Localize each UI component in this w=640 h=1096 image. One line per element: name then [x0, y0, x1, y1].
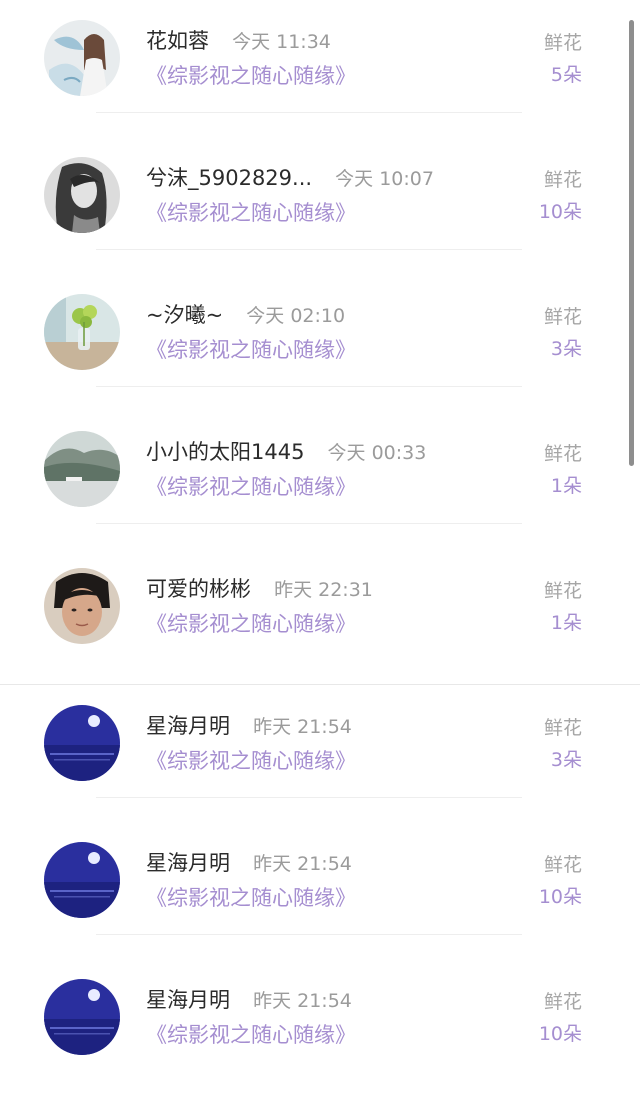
user-name[interactable]: ~汐曦~ — [146, 303, 223, 327]
user-name[interactable]: 可爱的彬彬 — [146, 577, 251, 601]
gift-count: 5朵 — [550, 64, 582, 86]
gift-count: 3朵 — [550, 338, 582, 360]
gift-count: 10朵 — [538, 886, 582, 908]
user-name[interactable]: 星海月明 — [146, 714, 230, 738]
moon-night-avatar — [44, 842, 120, 918]
bw-portrait-avatar — [44, 157, 120, 233]
moon-night-avatar — [44, 705, 120, 781]
divider — [96, 934, 522, 935]
gift-count: 1朵 — [550, 612, 582, 634]
list-item[interactable]: 星海月明 昨天 21:54 《综影视之随心随缘》 鲜花 10朵 — [0, 959, 640, 1096]
timestamp: 昨天 21:54 — [253, 716, 352, 738]
gift-count: 1朵 — [550, 475, 582, 497]
timestamp: 今天 11:34 — [232, 31, 331, 53]
book-title[interactable]: 《综影视之随心随缘》 — [146, 471, 356, 501]
avatar[interactable] — [44, 20, 120, 96]
name-line: 兮沫_5902829... 今天 10:07 — [146, 163, 434, 193]
gift-count: 10朵 — [538, 1023, 582, 1045]
avatar[interactable] — [44, 431, 120, 507]
list-item[interactable]: 兮沫_5902829... 今天 10:07 《综影视之随心随缘》 鲜花 10朵 — [0, 137, 640, 274]
list-item[interactable]: 小小的太阳1445 今天 00:33 《综影视之随心随缘》 鲜花 1朵 — [0, 411, 640, 548]
face-avatar — [44, 568, 120, 644]
avatar[interactable] — [44, 705, 120, 781]
divider — [96, 249, 522, 250]
book-title[interactable]: 《综影视之随心随缘》 — [146, 60, 356, 90]
timestamp: 昨天 21:54 — [253, 853, 352, 875]
gift-type-label: 鲜花 — [543, 32, 582, 54]
name-line: 小小的太阳1445 今天 00:33 — [146, 437, 426, 467]
list-item[interactable]: 可爱的彬彬 昨天 22:31 《综影视之随心随缘》 鲜花 1朵 — [0, 548, 640, 685]
gift-type-label: 鲜花 — [543, 991, 582, 1013]
gift-count: 10朵 — [538, 201, 582, 223]
name-line: 星海月明 昨天 21:54 — [146, 848, 352, 878]
timestamp: 今天 02:10 — [246, 305, 346, 327]
name-line: 可爱的彬彬 昨天 22:31 — [146, 574, 373, 604]
girl-illustration-avatar — [44, 20, 120, 96]
divider — [96, 386, 522, 387]
gift-type-label: 鲜花 — [543, 306, 582, 328]
gift-type-label: 鲜花 — [543, 443, 582, 465]
avatar[interactable] — [44, 842, 120, 918]
gift-count: 3朵 — [550, 749, 582, 771]
flower-vase-avatar — [44, 294, 120, 370]
avatar[interactable] — [44, 157, 120, 233]
landscape-avatar — [44, 431, 120, 507]
user-name[interactable]: 星海月明 — [146, 988, 230, 1012]
user-name[interactable]: 兮沫_5902829... — [146, 166, 312, 190]
user-name[interactable]: 小小的太阳1445 — [146, 440, 304, 464]
timestamp: 今天 00:33 — [327, 442, 427, 464]
scrollbar[interactable] — [629, 20, 634, 466]
gift-type-label: 鲜花 — [543, 169, 582, 191]
divider — [96, 112, 522, 113]
timestamp: 昨天 21:54 — [253, 990, 352, 1012]
gift-type-label: 鲜花 — [543, 717, 582, 739]
list-item[interactable]: ~汐曦~ 今天 02:10 《综影视之随心随缘》 鲜花 3朵 — [0, 274, 640, 411]
divider — [96, 797, 522, 798]
name-line: ~汐曦~ 今天 02:10 — [146, 300, 345, 330]
book-title[interactable]: 《综影视之随心随缘》 — [146, 745, 356, 775]
book-title[interactable]: 《综影视之随心随缘》 — [146, 197, 356, 227]
name-line: 花如蓉 今天 11:34 — [146, 26, 331, 56]
avatar[interactable] — [44, 568, 120, 644]
book-title[interactable]: 《综影视之随心随缘》 — [146, 882, 356, 912]
book-title[interactable]: 《综影视之随心随缘》 — [146, 608, 356, 638]
list-item[interactable]: 花如蓉 今天 11:34 《综影视之随心随缘》 鲜花 5朵 — [0, 0, 640, 137]
avatar[interactable] — [44, 294, 120, 370]
name-line: 星海月明 昨天 21:54 — [146, 985, 352, 1015]
list-item[interactable]: 星海月明 昨天 21:54 《综影视之随心随缘》 鲜花 10朵 — [0, 822, 640, 959]
list-item[interactable]: 星海月明 昨天 21:54 《综影视之随心随缘》 鲜花 3朵 — [0, 685, 640, 822]
book-title[interactable]: 《综影视之随心随缘》 — [146, 334, 356, 364]
moon-night-avatar — [44, 979, 120, 1055]
divider — [96, 523, 522, 524]
user-name[interactable]: 星海月明 — [146, 851, 230, 875]
user-name[interactable]: 花如蓉 — [146, 29, 209, 53]
name-line: 星海月明 昨天 21:54 — [146, 711, 352, 741]
timestamp: 昨天 22:31 — [274, 579, 373, 601]
avatar[interactable] — [44, 979, 120, 1055]
timestamp: 今天 10:07 — [335, 168, 434, 190]
book-title[interactable]: 《综影视之随心随缘》 — [146, 1019, 356, 1049]
gift-type-label: 鲜花 — [543, 854, 582, 876]
gift-type-label: 鲜花 — [543, 580, 582, 602]
